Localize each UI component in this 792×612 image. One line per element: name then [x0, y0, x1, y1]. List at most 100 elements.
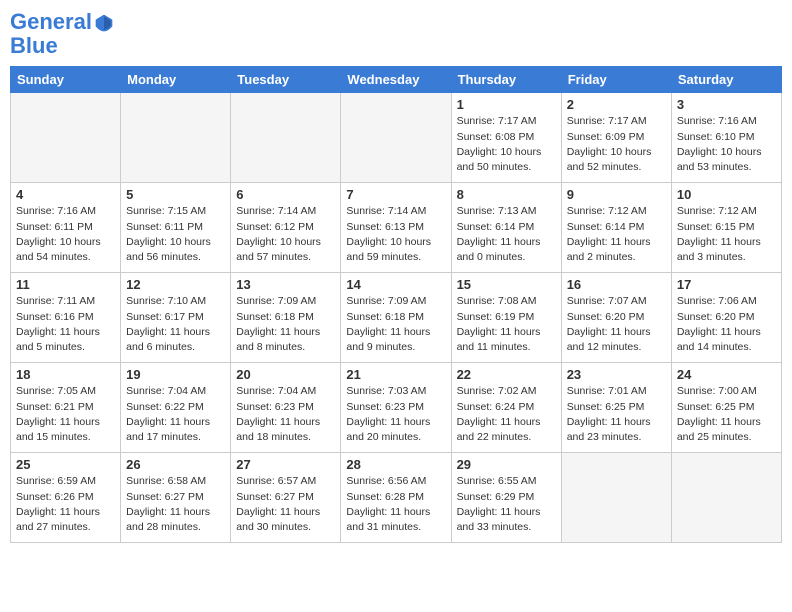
day-info: Sunrise: 7:17 AM Sunset: 6:09 PM Dayligh…: [567, 114, 666, 175]
day-number: 18: [16, 367, 115, 382]
weekday-header: Sunday: [11, 67, 121, 93]
day-number: 19: [126, 367, 225, 382]
day-info: Sunrise: 7:11 AM Sunset: 6:16 PM Dayligh…: [16, 294, 115, 355]
calendar-cell: 28 Sunrise: 6:56 AM Sunset: 6:28 PM Dayli…: [341, 453, 451, 543]
day-info: Sunrise: 7:14 AM Sunset: 6:12 PM Dayligh…: [236, 204, 335, 265]
day-number: 12: [126, 277, 225, 292]
day-number: 3: [677, 97, 776, 112]
calendar-cell: 23 Sunrise: 7:01 AM Sunset: 6:25 PM Dayli…: [561, 363, 671, 453]
calendar-cell: 9Sunrise: 7:12 AM Sunset: 6:14 PM Daylig…: [561, 183, 671, 273]
logo-icon: [94, 13, 114, 33]
calendar-cell: 17 Sunrise: 7:06 AM Sunset: 6:20 PM Dayli…: [671, 273, 781, 363]
weekday-header: Thursday: [451, 67, 561, 93]
day-info: Sunrise: 7:01 AM Sunset: 6:25 PM Dayligh…: [567, 384, 666, 445]
calendar-cell: 29 Sunrise: 6:55 AM Sunset: 6:29 PM Dayli…: [451, 453, 561, 543]
day-info: Sunrise: 7:09 AM Sunset: 6:18 PM Dayligh…: [236, 294, 335, 355]
day-info: Sunrise: 7:04 AM Sunset: 6:22 PM Dayligh…: [126, 384, 225, 445]
day-number: 11: [16, 277, 115, 292]
calendar-cell: 18 Sunrise: 7:05 AM Sunset: 6:21 PM Dayli…: [11, 363, 121, 453]
calendar-cell: 21 Sunrise: 7:03 AM Sunset: 6:23 PM Dayli…: [341, 363, 451, 453]
day-info: Sunrise: 7:07 AM Sunset: 6:20 PM Dayligh…: [567, 294, 666, 355]
day-number: 23: [567, 367, 666, 382]
day-number: 17: [677, 277, 776, 292]
day-number: 29: [457, 457, 556, 472]
calendar-cell: 22 Sunrise: 7:02 AM Sunset: 6:24 PM Dayli…: [451, 363, 561, 453]
calendar-cell: 16 Sunrise: 7:07 AM Sunset: 6:20 PM Dayli…: [561, 273, 671, 363]
calendar-cell: 11 Sunrise: 7:11 AM Sunset: 6:16 PM Dayli…: [11, 273, 121, 363]
calendar-cell: 25 Sunrise: 6:59 AM Sunset: 6:26 PM Dayli…: [11, 453, 121, 543]
calendar-table: SundayMondayTuesdayWednesdayThursdayFrid…: [10, 66, 782, 543]
calendar-cell: 20 Sunrise: 7:04 AM Sunset: 6:23 PM Dayli…: [231, 363, 341, 453]
day-info: Sunrise: 7:15 AM Sunset: 6:11 PM Dayligh…: [126, 204, 225, 265]
day-number: 22: [457, 367, 556, 382]
calendar-cell: 24 Sunrise: 7:00 AM Sunset: 6:25 PM Dayli…: [671, 363, 781, 453]
day-number: 7: [346, 187, 445, 202]
day-info: Sunrise: 7:08 AM Sunset: 6:19 PM Dayligh…: [457, 294, 556, 355]
day-number: 13: [236, 277, 335, 292]
logo: General Blue: [10, 10, 114, 58]
day-number: 28: [346, 457, 445, 472]
calendar-cell: 26Sunrise: 6:58 AM Sunset: 6:27 PM Dayli…: [121, 453, 231, 543]
day-number: 2: [567, 97, 666, 112]
calendar-cell: [231, 93, 341, 183]
calendar-cell: 12 Sunrise: 7:10 AM Sunset: 6:17 PM Dayli…: [121, 273, 231, 363]
day-number: 14: [346, 277, 445, 292]
calendar-cell: [341, 93, 451, 183]
day-info: Sunrise: 7:00 AM Sunset: 6:25 PM Dayligh…: [677, 384, 776, 445]
day-number: 16: [567, 277, 666, 292]
calendar-cell: 19 Sunrise: 7:04 AM Sunset: 6:22 PM Dayli…: [121, 363, 231, 453]
weekday-header: Friday: [561, 67, 671, 93]
calendar-cell: 7Sunrise: 7:14 AM Sunset: 6:13 PM Daylig…: [341, 183, 451, 273]
day-number: 10: [677, 187, 776, 202]
weekday-header: Saturday: [671, 67, 781, 93]
day-info: Sunrise: 7:06 AM Sunset: 6:20 PM Dayligh…: [677, 294, 776, 355]
calendar-cell: [561, 453, 671, 543]
calendar-cell: 13 Sunrise: 7:09 AM Sunset: 6:18 PM Dayli…: [231, 273, 341, 363]
day-number: 20: [236, 367, 335, 382]
calendar-cell: 3 Sunrise: 7:16 AM Sunset: 6:10 PM Daylig…: [671, 93, 781, 183]
day-info: Sunrise: 7:12 AM Sunset: 6:15 PM Dayligh…: [677, 204, 776, 265]
day-number: 5: [126, 187, 225, 202]
day-number: 24: [677, 367, 776, 382]
day-number: 1: [457, 97, 556, 112]
day-info: Sunrise: 7:09 AM Sunset: 6:18 PM Dayligh…: [346, 294, 445, 355]
page-header: General Blue: [10, 10, 782, 58]
calendar-week-row: 4Sunrise: 7:16 AM Sunset: 6:11 PM Daylig…: [11, 183, 782, 273]
calendar-cell: [671, 453, 781, 543]
day-number: 15: [457, 277, 556, 292]
day-info: Sunrise: 7:12 AM Sunset: 6:14 PM Dayligh…: [567, 204, 666, 265]
day-info: Sunrise: 7:10 AM Sunset: 6:17 PM Dayligh…: [126, 294, 225, 355]
calendar-cell: 8 Sunrise: 7:13 AM Sunset: 6:14 PM Daylig…: [451, 183, 561, 273]
day-info: Sunrise: 6:57 AM Sunset: 6:27 PM Dayligh…: [236, 474, 335, 535]
day-number: 26: [126, 457, 225, 472]
calendar-cell: 27 Sunrise: 6:57 AM Sunset: 6:27 PM Dayli…: [231, 453, 341, 543]
calendar-cell: 15 Sunrise: 7:08 AM Sunset: 6:19 PM Dayli…: [451, 273, 561, 363]
day-number: 25: [16, 457, 115, 472]
day-info: Sunrise: 7:16 AM Sunset: 6:10 PM Dayligh…: [677, 114, 776, 175]
day-number: 8: [457, 187, 556, 202]
day-info: Sunrise: 7:17 AM Sunset: 6:08 PM Dayligh…: [457, 114, 556, 175]
day-info: Sunrise: 6:55 AM Sunset: 6:29 PM Dayligh…: [457, 474, 556, 535]
calendar-cell: 2 Sunrise: 7:17 AM Sunset: 6:09 PM Daylig…: [561, 93, 671, 183]
calendar-cell: 6 Sunrise: 7:14 AM Sunset: 6:12 PM Daylig…: [231, 183, 341, 273]
day-number: 21: [346, 367, 445, 382]
day-info: Sunrise: 6:56 AM Sunset: 6:28 PM Dayligh…: [346, 474, 445, 535]
day-info: Sunrise: 6:59 AM Sunset: 6:26 PM Dayligh…: [16, 474, 115, 535]
day-number: 4: [16, 187, 115, 202]
day-number: 6: [236, 187, 335, 202]
weekday-header: Wednesday: [341, 67, 451, 93]
day-number: 27: [236, 457, 335, 472]
day-info: Sunrise: 7:05 AM Sunset: 6:21 PM Dayligh…: [16, 384, 115, 445]
weekday-header: Monday: [121, 67, 231, 93]
day-info: Sunrise: 7:02 AM Sunset: 6:24 PM Dayligh…: [457, 384, 556, 445]
calendar-cell: [11, 93, 121, 183]
calendar-body: 1 Sunrise: 7:17 AM Sunset: 6:08 PM Daylig…: [11, 93, 782, 543]
calendar-cell: [121, 93, 231, 183]
calendar-cell: 14 Sunrise: 7:09 AM Sunset: 6:18 PM Dayli…: [341, 273, 451, 363]
calendar-cell: 5 Sunrise: 7:15 AM Sunset: 6:11 PM Daylig…: [121, 183, 231, 273]
day-info: Sunrise: 7:13 AM Sunset: 6:14 PM Dayligh…: [457, 204, 556, 265]
calendar-cell: 1 Sunrise: 7:17 AM Sunset: 6:08 PM Daylig…: [451, 93, 561, 183]
day-info: Sunrise: 7:03 AM Sunset: 6:23 PM Dayligh…: [346, 384, 445, 445]
day-info: Sunrise: 7:04 AM Sunset: 6:23 PM Dayligh…: [236, 384, 335, 445]
calendar-cell: 4Sunrise: 7:16 AM Sunset: 6:11 PM Daylig…: [11, 183, 121, 273]
